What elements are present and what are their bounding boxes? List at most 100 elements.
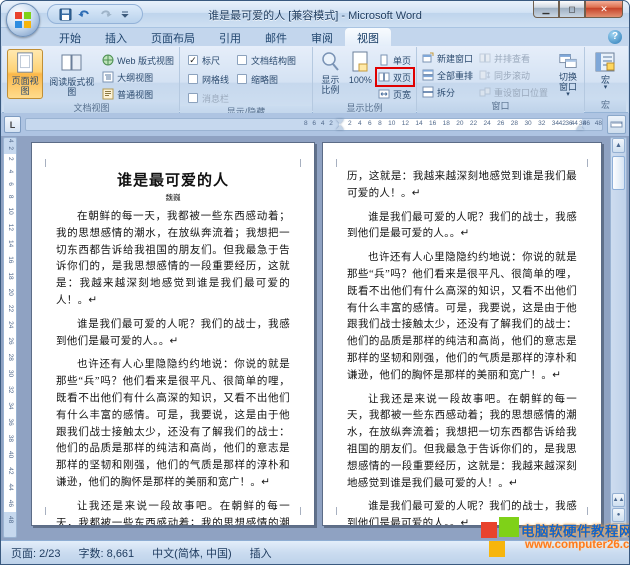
page-1[interactable]: 谁是最可爱的人 魏巍 在朝鲜的每一天，我都被一些东西感动着；我的思想感情的潮水，…	[31, 142, 315, 526]
status-language[interactable]: 中文(简体, 中国)	[152, 545, 231, 561]
site-watermark: 电脑软硬件教程网 www.computer26.com	[481, 514, 629, 564]
group-window: 新建窗口 全部重排 拆分	[417, 47, 585, 111]
crop-mark	[292, 159, 301, 167]
page-2[interactable]: 历，这就是：我越来越深刻地感觉到谁是我们最可爱的人！。↵ 谁是我们最可爱的人呢？…	[322, 142, 602, 526]
chevron-down-icon: ▾	[604, 85, 608, 91]
side-by-side-icon	[479, 52, 491, 64]
draft-view-icon	[102, 88, 114, 100]
paragraph: 也许还有人心里隐隐约约地说：你说的就是那些“兵”吗？他们看来是很平凡、很简单的哩…	[347, 250, 577, 384]
paragraph: 也许还有人心里隐隐约约地说：你说的就是那些“兵”吗？他们看来是很平凡、很简单的哩…	[56, 357, 290, 491]
paragraph: 让我还是来说一段故事吧。在朝鲜的每一天，我都被一些东西感动着；我的思想感情的潮水…	[347, 392, 577, 493]
scroll-up-button[interactable]: ▲	[612, 138, 625, 153]
print-layout-button[interactable]: 页面视图	[7, 49, 43, 99]
paragraph: 历，这就是：我越来越深刻地感觉到谁是我们最可爱的人！。↵	[347, 169, 577, 203]
first-line-indent-marker[interactable]	[336, 119, 344, 124]
hanging-indent-marker[interactable]	[336, 125, 344, 130]
watermark-site-name: 电脑软硬件教程网	[521, 520, 630, 540]
checkbox-icon	[188, 74, 198, 84]
draft-view-button[interactable]: 普通视图	[100, 86, 176, 102]
tab-page-layout[interactable]: 页面布局	[139, 28, 207, 46]
macros-button[interactable]: 宏 ▾	[588, 49, 622, 99]
checkbox-icon	[188, 93, 198, 103]
previous-object-button[interactable]: ▲▲	[612, 493, 625, 507]
status-insert-mode[interactable]: 插入	[250, 545, 272, 561]
paragraph: 让我还是来说一段故事吧。在朝鲜的每一天，我都被一些东西感动着；我的思想感情的潮水…	[56, 499, 290, 526]
document-map-checkbox[interactable]: 文档结构图	[237, 52, 296, 68]
status-word-count[interactable]: 字数: 8,661	[79, 545, 135, 561]
vertical-scrollbar[interactable]: ▲ ▲▲ ● ▼▼	[610, 137, 627, 538]
new-window-icon	[422, 52, 434, 64]
title-bar: 谁是最可爱的人 [兼容模式] - Microsoft Word ▁ ◻ ✕	[1, 1, 629, 28]
vruler-numbers: 2 4 6 8 10 12 14 16 18 20 22 24 26 28 30…	[7, 157, 14, 523]
status-page-number[interactable]: 页面: 2/23	[11, 545, 61, 561]
crop-mark	[292, 507, 301, 515]
full-screen-reading-button[interactable]: 阅读版式视图	[45, 49, 98, 99]
tab-selector-button[interactable]: L	[4, 116, 21, 133]
zoom-button[interactable]: 显示比例	[316, 49, 345, 99]
paragraph: 谁是我们最可爱的人呢？我们的战士，我感到他们是最可爱的人。。↵	[56, 317, 290, 351]
one-page-icon	[378, 54, 390, 66]
web-layout-button[interactable]: Web 版式视图	[100, 52, 176, 68]
crop-mark	[45, 507, 54, 515]
window-controls: ▁ ◻ ✕	[533, 1, 623, 18]
tab-insert[interactable]: 插入	[93, 28, 139, 46]
crop-mark	[579, 159, 588, 167]
checkbox-checked-icon: ✓	[188, 55, 198, 65]
two-pages-icon	[378, 71, 390, 83]
tab-home[interactable]: 开始	[47, 28, 93, 46]
watermark-logo-icon	[481, 514, 525, 564]
split-button[interactable]: 拆分	[420, 84, 475, 100]
ruler-numbers: 2 4 6 8 10 12 14 16 18 20 22 24 26 28 30…	[348, 120, 586, 127]
watermark-site-url: www.computer26.com	[525, 539, 630, 551]
tab-references[interactable]: 引用	[207, 28, 253, 46]
reset-window-icon	[479, 86, 491, 98]
page-width-button[interactable]: 页宽	[376, 86, 413, 102]
right-indent-marker[interactable]	[576, 125, 584, 130]
magnifier-icon	[320, 51, 340, 73]
switch-windows-icon	[556, 52, 580, 70]
thumbnails-checkbox[interactable]: 缩略图	[237, 71, 296, 87]
document-area: 4 2 2 4 6 8 10 12 14 16 18 20 22 24 26 2…	[1, 136, 629, 540]
tab-mailings[interactable]: 邮件	[253, 28, 299, 46]
synchronous-scrolling-button: 同步滚动	[477, 67, 550, 83]
page-100-icon	[351, 51, 369, 73]
gridlines-checkbox[interactable]: 网格线	[188, 71, 229, 87]
reading-view-icon	[60, 51, 84, 75]
group-show-hide: ✓ 标尺 网格线 消息栏 文档结构图	[180, 47, 313, 111]
tab-review[interactable]: 审阅	[299, 28, 345, 46]
two-pages-button[interactable]: 双页	[376, 69, 413, 85]
macros-icon	[594, 51, 616, 73]
crop-mark	[336, 507, 345, 515]
crop-mark	[336, 159, 345, 167]
outline-view-button[interactable]: 大纲视图	[100, 69, 176, 85]
switch-windows-button[interactable]: 切换窗口 ▾	[554, 50, 582, 100]
ruler-margin-numbers: 8 6 4 2	[304, 120, 333, 127]
help-button[interactable]: ?	[608, 30, 622, 44]
maximize-button[interactable]: ◻	[559, 1, 585, 18]
new-window-button[interactable]: 新建窗口	[420, 50, 475, 66]
split-icon	[422, 86, 434, 98]
scrollbar-thumb[interactable]	[612, 156, 625, 190]
one-page-button[interactable]: 单页	[376, 52, 413, 68]
office-button[interactable]	[6, 3, 40, 37]
page-width-icon	[378, 88, 390, 100]
office-logo-icon	[14, 11, 32, 29]
checkbox-icon	[237, 74, 247, 84]
view-side-by-side-button: 并排查看	[477, 50, 550, 66]
group-label-macros: 宏	[585, 99, 626, 112]
close-button[interactable]: ✕	[585, 1, 623, 18]
group-label-window: 窗口	[417, 100, 584, 113]
vertical-ruler: 4 2 2 4 6 8 10 12 14 16 18 20 22 24 26 2…	[3, 137, 17, 538]
tab-view[interactable]: 视图	[345, 28, 391, 46]
horizontal-ruler: 8 6 4 2 2 4 6 8 10 12 14 16 18 20 22 24 …	[25, 118, 603, 131]
zoom-100-button[interactable]: 100%	[347, 49, 374, 99]
word-window: 谁是最可爱的人 [兼容模式] - Microsoft Word ▁ ◻ ✕ 开始…	[0, 0, 630, 565]
document-author: 魏巍	[56, 192, 290, 203]
ruler-row: L 8 6 4 2 2 4 6 8 10 12 14 16 18 20 22 2…	[1, 113, 629, 136]
ruler-toggle-button[interactable]	[607, 115, 626, 134]
ruler-checkbox[interactable]: ✓ 标尺	[188, 52, 229, 68]
outline-view-icon	[102, 71, 114, 83]
minimize-button[interactable]: ▁	[533, 1, 559, 18]
chevron-down-icon: ▾	[566, 92, 570, 98]
arrange-all-button[interactable]: 全部重排	[420, 67, 475, 83]
